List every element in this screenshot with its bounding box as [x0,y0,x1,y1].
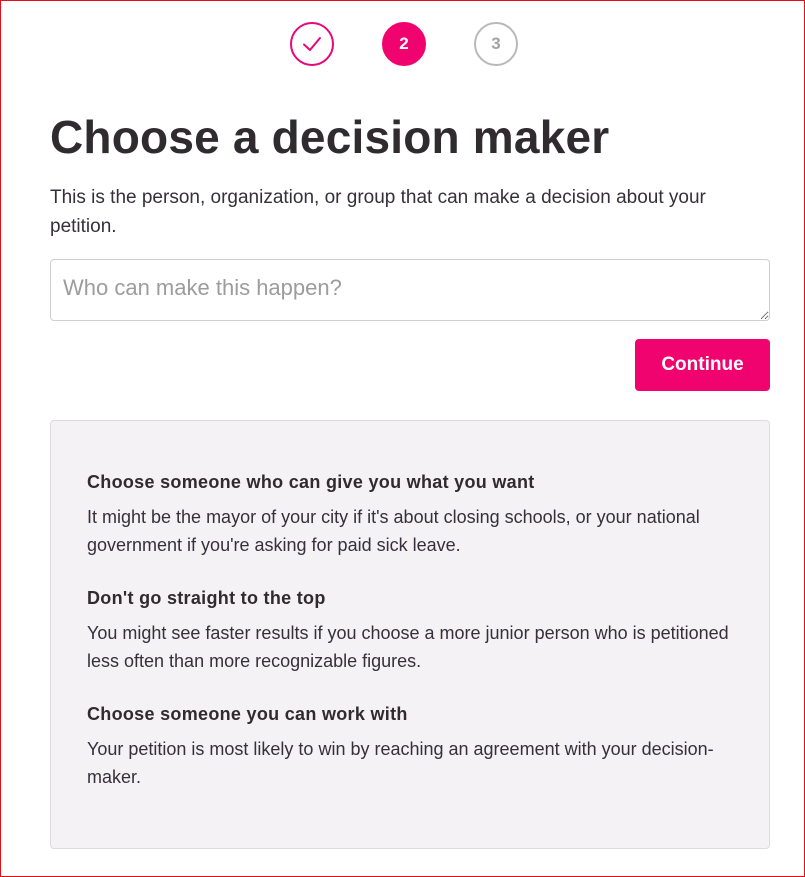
page-title: Choose a decision maker [50,111,610,163]
progress-stepper: 2 3 [290,22,518,66]
page-subtitle: This is the person, organization, or gro… [50,187,706,237]
decision-maker-input[interactable] [50,259,770,321]
tip-item: Don't go straight to the top You might s… [87,585,733,675]
continue-button[interactable]: Continue [635,339,770,391]
step-2-label: 2 [399,34,409,53]
step-1-completed[interactable] [290,22,334,66]
tip-body: It might be the mayor of your city if it… [87,507,700,555]
tip-heading: Choose someone you can work with [87,704,408,724]
tip-item: Choose someone you can work with Your pe… [87,701,733,791]
step-3-label: 3 [491,34,501,53]
step-2-current[interactable]: 2 [382,22,426,66]
tips-panel: Choose someone who can give you what you… [50,420,770,849]
tip-heading: Don't go straight to the top [87,588,326,608]
tip-item: Choose someone who can give you what you… [87,469,733,559]
step-3-upcoming: 3 [474,22,518,66]
checkmark-icon [303,37,321,51]
tip-body: You might see faster results if you choo… [87,623,729,671]
tip-body: Your petition is most likely to win by r… [87,739,714,787]
tip-heading: Choose someone who can give you what you… [87,472,535,492]
